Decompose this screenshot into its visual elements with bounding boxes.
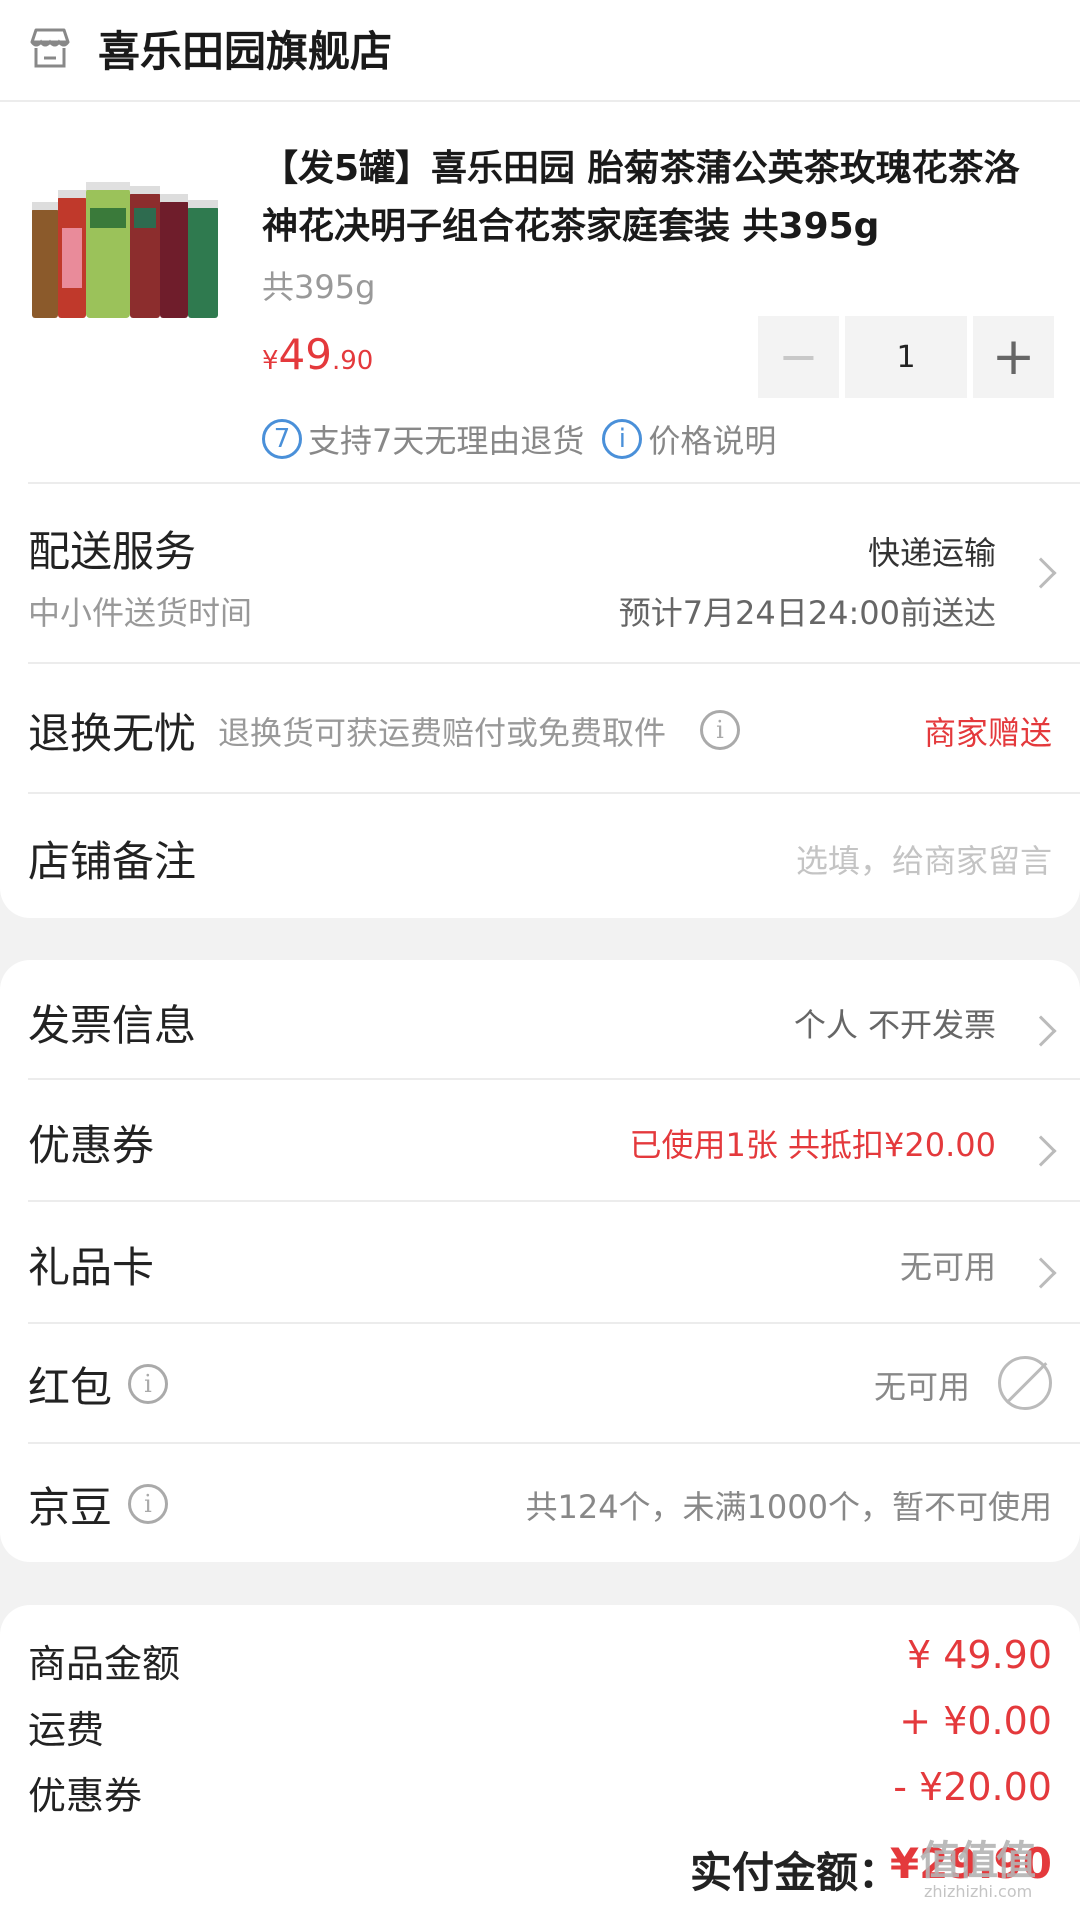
product-spec: 共395g [262,268,376,306]
returns-value: 商家赠送 [923,714,1052,752]
divider [28,1442,1080,1444]
product-image[interactable] [28,178,228,328]
delivery-sub: 中小件送货时间 [28,594,253,632]
shipping-value: + ¥0.00 [899,1699,1052,1743]
price-integer: 49 [278,330,332,379]
chevron-right-icon [1025,1257,1057,1289]
info-icon[interactable]: i [700,710,740,750]
quantity-plus-button[interactable]: + [973,316,1054,398]
giftcard-label: 礼品卡 [28,1243,155,1292]
divider [28,482,1080,484]
store-icon [30,28,70,68]
divider [28,1322,1080,1324]
delivery-eta: 预计7月24日24:00前送达 [618,594,996,632]
jingdou-label: 京豆 [28,1483,113,1532]
divider [28,662,1080,664]
invoice-value: 个人 不开发票 [793,1006,996,1044]
return-7day-text[interactable]: 支持7天无理由退货 [308,416,584,462]
product-price: ¥49.90 [262,330,373,379]
divider [28,1078,1080,1080]
site-watermark: 值值值 zhizhizhi.com [920,1828,1070,1908]
watermark-url: zhizhizhi.com [924,1882,1033,1901]
info-icon[interactable]: i [128,1484,168,1524]
delivery-label: 配送服务 [28,527,197,576]
price-decimal: .90 [332,346,374,376]
returns-label: 退换无忧 [28,709,197,758]
return-7day-icon: 7 [262,419,302,459]
chevron-right-icon [1025,1015,1057,1047]
note-label: 店铺备注 [28,837,197,886]
redpacket-value: 无可用 [873,1368,970,1406]
note-input[interactable]: 选填，给商家留言 [796,836,1052,882]
product-title[interactable]: 【发5罐】喜乐田园 胎菊茶蒲公英茶玫瑰花茶洛神花决明子组合花茶家庭套装 共395… [262,140,1052,256]
jingdou-value: 共124个，未满1000个，暂不可使用 [525,1488,1052,1526]
store-name[interactable]: 喜乐田园旗舰店 [98,18,392,79]
total-label: 实付金额： [690,1848,901,1897]
order-items-card: 喜乐田园旗舰店 【发5罐】喜乐田园 胎菊茶蒲公英茶玫瑰花茶洛神花决明子组合花茶家… [0,0,1080,918]
chevron-right-icon [1025,557,1057,589]
redpacket-label: 红包 [28,1363,113,1412]
coupon-label: 优惠券 [28,1121,155,1170]
divider [28,1200,1080,1202]
price-currency: ¥ [262,346,279,376]
returns-desc: 退换货可获运费赔付或免费取件 [218,714,667,752]
goods-amount-label: 商品金额 [28,1642,181,1686]
chevron-right-icon [1025,1135,1057,1167]
watermark-text: 值值值 [920,1838,1036,1884]
quantity-minus-button[interactable]: − [758,316,839,398]
price-summary-card: 商品金额 ¥ 49.90 运费 + ¥0.00 优惠券 - ¥20.00 实付金… [0,1605,1080,1912]
delivery-method: 快递运输 [867,534,996,572]
invoice-label: 发票信息 [28,1001,197,1050]
price-info-text[interactable]: 价格说明 [648,416,776,462]
info-icon[interactable]: i [128,1364,168,1404]
shipping-label: 运费 [28,1708,105,1752]
coupon-summary-value: - ¥20.00 [893,1765,1052,1809]
goods-amount-value: ¥ 49.90 [906,1633,1052,1677]
disabled-icon [998,1356,1052,1410]
giftcard-value: 无可用 [899,1248,996,1286]
coupon-summary-label: 优惠券 [28,1774,143,1818]
price-info-icon: i [602,419,643,459]
payment-options-card: 发票信息 个人 不开发票 优惠券 已使用1张 共抵扣¥20.00 礼品卡 无可用… [0,960,1080,1562]
coupon-value: 已使用1张 共抵扣¥20.00 [629,1126,996,1164]
quantity-stepper: − 1 + [758,316,1054,398]
product-service-tags: 7 支持7天无理由退货 i 价格说明 [262,416,776,462]
divider [28,792,1080,794]
divider [0,100,1080,102]
quantity-value[interactable]: 1 [844,316,968,398]
